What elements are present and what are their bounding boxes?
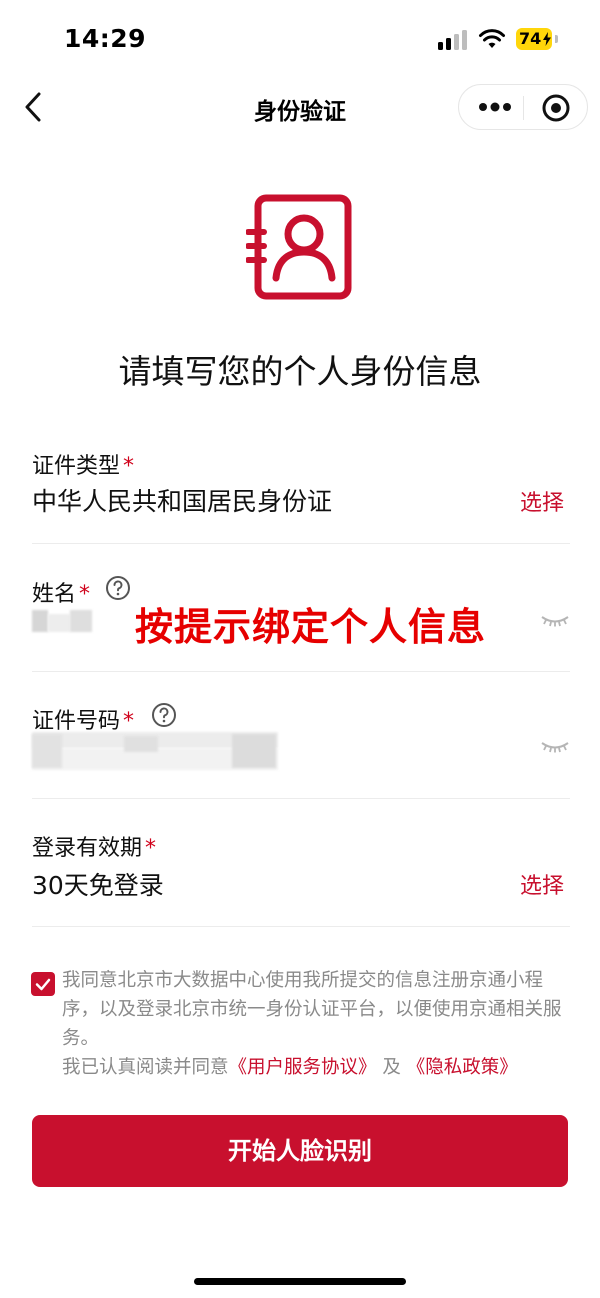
required-mark: * bbox=[123, 709, 135, 734]
login-validity-label: 登录有效期 bbox=[32, 836, 143, 861]
charging-bolt-icon bbox=[543, 32, 551, 46]
capsule-divider bbox=[523, 96, 524, 120]
agreement-checkbox[interactable] bbox=[31, 972, 55, 996]
read-prefix: 我已认真阅读并同意 bbox=[62, 1057, 229, 1078]
and-text: 及 bbox=[376, 1057, 407, 1078]
id-number-input[interactable] bbox=[32, 732, 278, 770]
eye-closed-icon[interactable] bbox=[540, 740, 570, 754]
status-time: 14:29 bbox=[64, 24, 147, 53]
start-face-recognition-button[interactable]: 开始人脸识别 bbox=[32, 1115, 568, 1187]
help-question-icon[interactable] bbox=[105, 575, 131, 601]
user-agreement-link[interactable]: 《用户服务协议》 bbox=[229, 1057, 377, 1078]
agreement-consent-text: 我同意北京市大数据中心使用我所提交的信息注册京通小程序，以及登录北京市统一身份认… bbox=[62, 970, 562, 1049]
id-number-label-row: 证件号码 * bbox=[32, 703, 134, 735]
agreement-read-line: 我已认真阅读并同意《用户服务协议》 及 《隐私政策》 bbox=[62, 1053, 567, 1082]
required-mark: * bbox=[145, 836, 157, 861]
id-type-label: 证件类型 bbox=[32, 454, 121, 479]
privacy-policy-link[interactable]: 《隐私政策》 bbox=[407, 1057, 518, 1078]
id-type-value[interactable]: 中华人民共和国居民身份证 bbox=[32, 482, 332, 518]
battery-level: 74 bbox=[519, 29, 542, 48]
name-label: 姓名 bbox=[32, 582, 77, 607]
page-title: 身份验证 bbox=[254, 99, 346, 125]
divider bbox=[32, 798, 570, 799]
required-mark: * bbox=[79, 582, 91, 607]
form-heading: 请填写您的个人身份信息 bbox=[118, 352, 482, 391]
eye-closed-icon[interactable] bbox=[540, 614, 570, 628]
cellular-signal-icon bbox=[438, 30, 470, 50]
id-card-contact-icon bbox=[246, 194, 352, 300]
home-indicator bbox=[194, 1278, 406, 1285]
checkmark-icon bbox=[35, 978, 51, 991]
more-dots-icon[interactable] bbox=[475, 97, 515, 117]
required-mark: * bbox=[123, 454, 135, 479]
close-target-icon[interactable] bbox=[541, 93, 571, 123]
id-number-label: 证件号码 bbox=[32, 709, 121, 734]
divider bbox=[32, 671, 570, 672]
back-arrow-icon[interactable] bbox=[20, 90, 50, 124]
help-question-icon[interactable] bbox=[151, 702, 177, 728]
login-validity-label-row: 登录有效期 * bbox=[32, 830, 156, 862]
login-validity-value[interactable]: 30天免登录 bbox=[32, 866, 164, 902]
mini-program-capsule bbox=[458, 84, 588, 130]
bind-info-hint-overlay: 按提示绑定个人信息 bbox=[135, 605, 487, 649]
wifi-icon bbox=[479, 29, 505, 48]
battery-icon: 74 bbox=[516, 28, 558, 50]
login-validity-select-link[interactable]: 选择 bbox=[520, 868, 564, 900]
divider bbox=[32, 543, 570, 544]
id-type-select-link[interactable]: 选择 bbox=[520, 485, 564, 517]
name-label-row: 姓名 * bbox=[32, 576, 90, 608]
divider bbox=[32, 926, 570, 927]
name-input[interactable] bbox=[32, 608, 94, 634]
agreement-text: 我同意北京市大数据中心使用我所提交的信息注册京通小程序，以及登录北京市统一身份认… bbox=[62, 966, 567, 1082]
id-type-label-row: 证件类型 * bbox=[32, 448, 134, 480]
